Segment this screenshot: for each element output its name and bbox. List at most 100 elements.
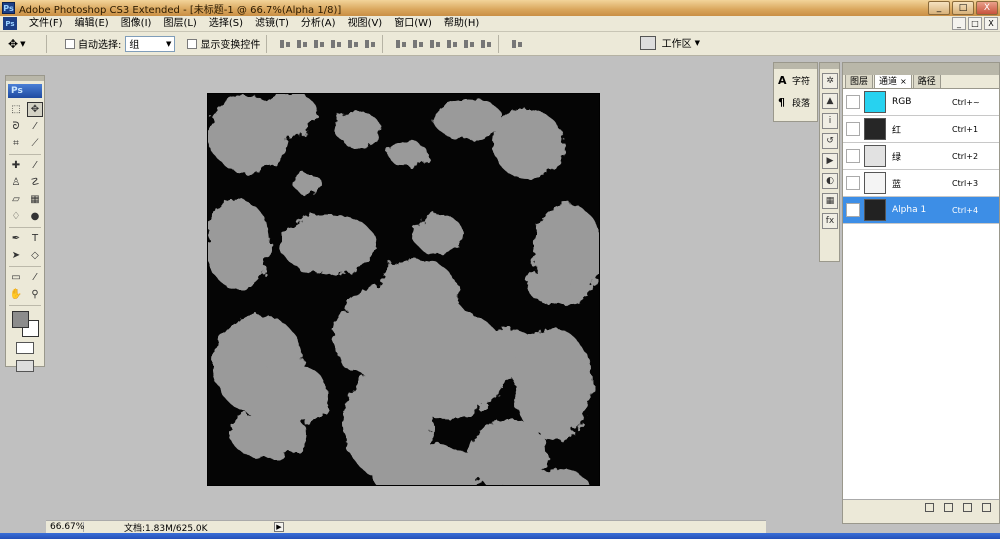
history-icon[interactable]: ↺	[822, 133, 838, 149]
visibility-toggle[interactable]	[846, 95, 860, 109]
menu-file[interactable]: 文件(F)	[23, 16, 69, 32]
zoom-level[interactable]: 66.67%	[46, 522, 84, 532]
close-button[interactable]: X	[976, 1, 998, 15]
visibility-toggle[interactable]	[846, 176, 860, 190]
cloud-blob	[433, 99, 503, 139]
zoom-tool-icon[interactable]: ⚲	[27, 287, 43, 302]
distribute-left-icon[interactable]	[446, 38, 458, 50]
eraser-tool-icon[interactable]: ▱	[8, 192, 24, 207]
shape-tool-icon[interactable]: ◇	[27, 248, 43, 263]
visibility-toggle[interactable]	[846, 122, 860, 136]
visibility-toggle[interactable]	[846, 149, 860, 163]
taskbar	[0, 533, 1000, 539]
ps-badge[interactable]: Ps	[8, 84, 42, 98]
align-top-icon[interactable]	[279, 38, 291, 50]
show-transform-checkbox[interactable]: 显示变换控件	[187, 36, 260, 51]
dock-grip[interactable]	[820, 63, 839, 69]
distribute-vcenter-icon[interactable]	[412, 38, 424, 50]
load-selection-icon[interactable]	[925, 503, 934, 512]
menu-help[interactable]: 帮助(H)	[438, 16, 485, 32]
histogram-icon[interactable]: ▲	[822, 93, 838, 109]
auto-select-checkbox[interactable]: 自动选择:	[65, 36, 121, 51]
swatches-icon[interactable]: ▦	[822, 193, 838, 209]
type-tool-icon[interactable]: T	[27, 231, 43, 246]
move-tool-icon[interactable]: ✥	[27, 102, 43, 117]
new-channel-icon[interactable]	[963, 503, 972, 512]
distribute-hcenter-icon[interactable]	[463, 38, 475, 50]
notes-tool-icon[interactable]: ▭	[8, 270, 24, 285]
document-canvas[interactable]	[207, 93, 600, 486]
channel-row-rgb[interactable]: RGB Ctrl+~	[843, 89, 999, 116]
align-hcenter-icon[interactable]	[347, 38, 359, 50]
quick-mask-icon[interactable]	[16, 342, 34, 354]
toolbox-grip[interactable]	[6, 76, 44, 81]
brush-tool-icon[interactable]: ⁄	[27, 158, 43, 173]
navigator-icon[interactable]: ✲	[822, 73, 838, 89]
info-icon[interactable]: i	[822, 113, 838, 129]
gradient-tool-icon[interactable]: ▦	[27, 192, 43, 207]
stamp-tool-icon[interactable]: ♙	[8, 175, 24, 190]
actions-icon[interactable]: ▶	[822, 153, 838, 169]
align-vcenter-icon[interactable]	[296, 38, 308, 50]
menu-analysis[interactable]: 分析(A)	[295, 16, 342, 32]
magic-wand-tool-icon[interactable]: ⁄	[27, 119, 43, 134]
blur-tool-icon[interactable]: ♢	[8, 209, 24, 224]
hand-tool-icon[interactable]: ✋	[8, 287, 24, 302]
menu-window[interactable]: 窗口(W)	[388, 16, 438, 32]
minimize-button[interactable]: _	[928, 1, 950, 15]
character-panel-button[interactable]: A 字符	[774, 69, 817, 91]
auto-align-icon[interactable]	[511, 38, 523, 50]
lasso-tool-icon[interactable]: ᘐ	[8, 119, 24, 134]
separator	[9, 227, 41, 228]
align-left-icon[interactable]	[330, 38, 342, 50]
menu-layer[interactable]: 图层(L)	[157, 16, 202, 32]
menu-filter[interactable]: 滤镜(T)	[249, 16, 295, 32]
align-right-icon[interactable]	[364, 38, 376, 50]
dodge-tool-icon[interactable]: ●	[27, 209, 43, 224]
channel-row-blue[interactable]: 蓝 Ctrl+3	[843, 170, 999, 197]
app-menu-icon[interactable]: Ps	[3, 17, 17, 30]
menu-image[interactable]: 图像(I)	[115, 16, 158, 32]
crop-tool-icon[interactable]: ⌗	[8, 136, 24, 151]
maximize-button[interactable]: □	[952, 1, 974, 15]
menu-view[interactable]: 视图(V)	[342, 16, 389, 32]
path-select-icon[interactable]: ➤	[8, 248, 24, 263]
distribute-right-icon[interactable]	[480, 38, 492, 50]
color-palette-icon[interactable]: ◐	[822, 173, 838, 189]
chevron-down-icon: ▼	[20, 39, 26, 48]
delete-channel-icon[interactable]	[982, 503, 991, 512]
styles-icon[interactable]: fx	[822, 213, 838, 229]
channel-row-green[interactable]: 绿 Ctrl+2	[843, 143, 999, 170]
doc-close-button[interactable]: X	[984, 17, 998, 30]
channel-row-alpha[interactable]: 👁 Alpha 1 Ctrl+4	[843, 197, 999, 224]
panel-icon-strip: ✲ ▲ i ↺ ▶ ◐ ▦ fx	[819, 62, 840, 262]
workspace-button[interactable]: 工作区 ▼	[662, 35, 700, 51]
panel-grip[interactable]	[843, 63, 999, 75]
status-menu-arrow-icon[interactable]: ▶	[274, 522, 284, 532]
tool-preset-picker[interactable]: ✥ ▼	[8, 35, 40, 53]
doc-minimize-button[interactable]: _	[952, 17, 966, 30]
pen-tool-icon[interactable]: ✒	[8, 231, 24, 246]
distribute-top-icon[interactable]	[395, 38, 407, 50]
eye-icon[interactable]: 👁	[846, 203, 860, 217]
align-bottom-icon[interactable]	[313, 38, 325, 50]
close-icon[interactable]: ×	[900, 77, 907, 86]
slice-tool-icon[interactable]: ⟋	[27, 136, 43, 151]
screen-mode-icon[interactable]	[16, 360, 34, 372]
paragraph-panel-button[interactable]: ¶ 段落	[774, 91, 817, 113]
save-selection-icon[interactable]	[944, 503, 953, 512]
history-brush-icon[interactable]: ☡	[27, 175, 43, 190]
channel-name: 绿	[892, 152, 902, 163]
channel-thumbnail	[864, 145, 886, 167]
healing-brush-icon[interactable]: ✚	[8, 158, 24, 173]
eyedropper-tool-icon[interactable]: ⁄	[27, 270, 43, 285]
foreground-color-swatch[interactable]	[12, 311, 29, 328]
doc-maximize-button[interactable]: □	[968, 17, 982, 30]
menu-edit[interactable]: 编辑(E)	[69, 16, 115, 32]
distribute-bottom-icon[interactable]	[429, 38, 441, 50]
bridge-icon[interactable]	[639, 35, 656, 50]
channel-row-red[interactable]: 红 Ctrl+1	[843, 116, 999, 143]
auto-select-dropdown[interactable]: 组 ▼	[125, 35, 176, 52]
marquee-tool-icon[interactable]: ⬚	[8, 102, 24, 117]
menu-select[interactable]: 选择(S)	[203, 16, 249, 32]
